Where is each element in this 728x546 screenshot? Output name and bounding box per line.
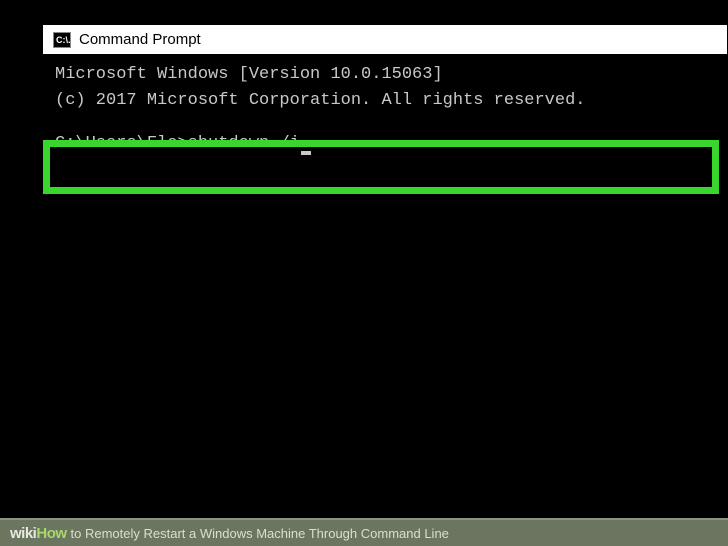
caption-text: to Remotely Restart a Windows Machine Th… <box>71 526 449 541</box>
caption-bar: wikiHow to Remotely Restart a Windows Ma… <box>0 518 728 546</box>
console-prompt-line: C:\Users\Flo>shutdown /i <box>55 131 715 157</box>
console-line-copyright: (c) 2017 Microsoft Corporation. All righ… <box>55 88 715 114</box>
brand-wiki: wiki <box>10 525 36 542</box>
window-title: Command Prompt <box>79 31 201 48</box>
typed-command: shutdown /i <box>188 134 300 153</box>
console-line-version: Microsoft Windows [Version 10.0.15063] <box>55 62 715 88</box>
titlebar[interactable]: C:\. Command Prompt <box>43 25 727 54</box>
cmd-icon: C:\. <box>53 32 71 48</box>
cursor <box>301 151 311 155</box>
brand-how: How <box>36 525 66 542</box>
command-prompt-window: C:\. Command Prompt Microsoft Windows [V… <box>42 24 728 495</box>
prompt-path: C:\Users\Flo> <box>55 134 188 153</box>
console-area[interactable]: Microsoft Windows [Version 10.0.15063] (… <box>43 54 727 494</box>
